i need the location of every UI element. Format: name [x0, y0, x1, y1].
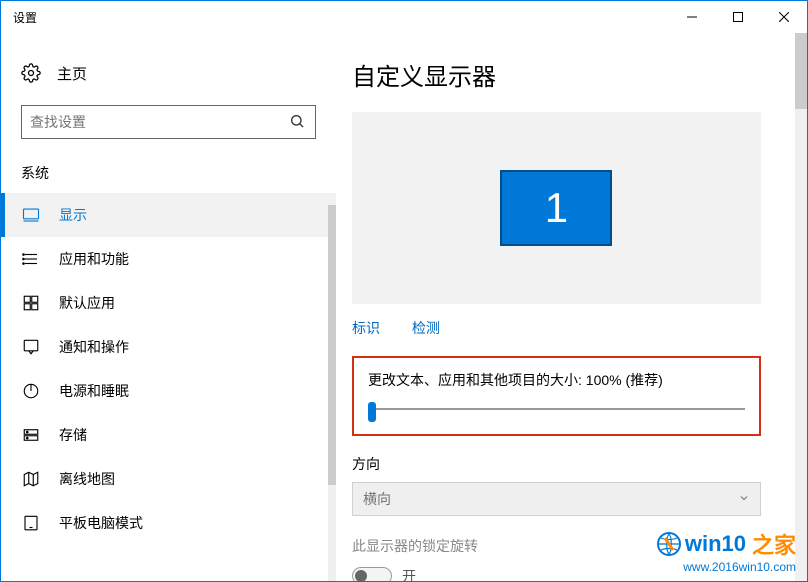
search-container	[1, 93, 336, 145]
nav-label: 默认应用	[59, 293, 115, 313]
main-scrollbar[interactable]	[795, 33, 807, 581]
storage-icon	[21, 425, 41, 445]
window-title: 设置	[13, 9, 37, 26]
window-controls	[669, 1, 807, 33]
grid-icon	[21, 293, 41, 313]
power-icon	[21, 381, 41, 401]
home-label: 主页	[57, 63, 87, 84]
nav-notifications[interactable]: 通知和操作	[1, 325, 336, 369]
gear-icon	[21, 63, 41, 83]
nav-display[interactable]: 显示	[1, 193, 336, 237]
nav-apps[interactable]: 应用和功能	[1, 237, 336, 281]
toggle-knob	[355, 570, 367, 581]
sidebar-scrollbar[interactable]	[328, 205, 336, 581]
close-button[interactable]	[761, 1, 807, 33]
main-panel: 自定义显示器 1 标识 检测 更改文本、应用和其他项目的大小: 100% (推荐…	[336, 33, 807, 581]
orientation-field: 方向 横向	[352, 454, 761, 516]
slider-thumb[interactable]	[368, 402, 376, 422]
search-icon	[289, 113, 307, 131]
nav-label: 电源和睡眠	[59, 381, 129, 401]
nav-label: 应用和功能	[59, 249, 129, 269]
nav-tablet-mode[interactable]: 平板电脑模式	[1, 501, 336, 545]
search-input[interactable]	[30, 114, 289, 130]
content-area: 主页 系统 显示 应用和功能	[1, 33, 807, 581]
monitor-preview-panel: 1	[352, 112, 761, 304]
sidebar: 主页 系统 显示 应用和功能	[1, 33, 336, 581]
tablet-icon	[21, 513, 41, 533]
maximize-button[interactable]	[715, 1, 761, 33]
nav-label: 存储	[59, 425, 87, 445]
nav-label: 通知和操作	[59, 337, 129, 357]
monitor-number: 1	[545, 184, 568, 232]
titlebar: 设置	[1, 1, 807, 33]
nav-list: 显示 应用和功能 默认应用 通知和操作 电源和睡眠	[1, 193, 336, 545]
minimize-button[interactable]	[669, 1, 715, 33]
lock-rotation-toggle[interactable]	[352, 567, 392, 581]
lock-rotation-label: 此显示器的锁定旋转	[352, 536, 787, 556]
orientation-select[interactable]: 横向	[352, 482, 761, 516]
monitor-icon	[21, 205, 41, 225]
nav-label: 显示	[59, 205, 87, 225]
lock-rotation-toggle-row: 开	[352, 566, 787, 581]
home-nav[interactable]: 主页	[1, 53, 336, 93]
nav-offline-maps[interactable]: 离线地图	[1, 457, 336, 501]
section-label: 系统	[1, 145, 336, 193]
search-box[interactable]	[21, 105, 316, 139]
nav-label: 平板电脑模式	[59, 513, 143, 533]
nav-label: 离线地图	[59, 469, 115, 489]
identify-link[interactable]: 标识	[352, 320, 380, 336]
orientation-value: 横向	[363, 489, 391, 509]
nav-storage[interactable]: 存储	[1, 413, 336, 457]
scrollbar-thumb[interactable]	[795, 33, 807, 109]
detect-link[interactable]: 检测	[412, 320, 440, 336]
chevron-down-icon	[738, 491, 750, 507]
nav-power[interactable]: 电源和睡眠	[1, 369, 336, 413]
nav-default-apps[interactable]: 默认应用	[1, 281, 336, 325]
scrollbar-thumb[interactable]	[328, 205, 336, 485]
page-title: 自定义显示器	[352, 57, 787, 92]
list-icon	[21, 249, 41, 269]
monitor-links: 标识 检测	[352, 318, 787, 338]
scale-slider[interactable]	[368, 402, 745, 416]
settings-window: 设置 主页 系统	[0, 0, 808, 582]
scale-highlight-box: 更改文本、应用和其他项目的大小: 100% (推荐)	[352, 356, 761, 436]
orientation-label: 方向	[352, 454, 761, 474]
slider-track	[368, 408, 745, 410]
notification-icon	[21, 337, 41, 357]
toggle-label: 开	[402, 566, 416, 581]
monitor-1[interactable]: 1	[500, 170, 612, 246]
scale-label: 更改文本、应用和其他项目的大小: 100% (推荐)	[368, 370, 745, 390]
map-icon	[21, 469, 41, 489]
